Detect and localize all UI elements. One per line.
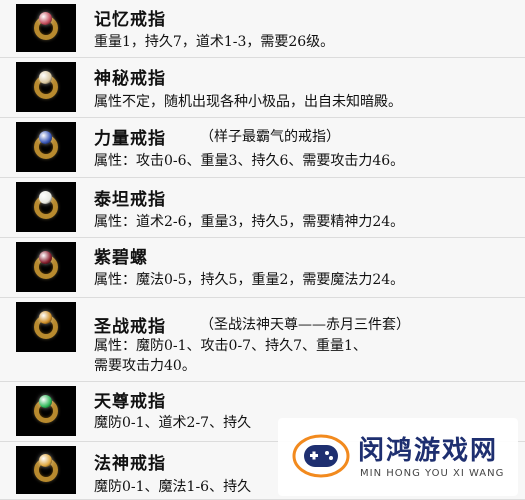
watermark-subtitle: MIN HONG YOU XI WANG <box>360 468 505 479</box>
ring-description: 重量1，持久7，道术1-3，需要26级。 <box>94 34 335 50</box>
site-watermark: 闵鸿游戏网 MIN HONG YOU XI WANG <box>278 418 518 496</box>
ring-row: 圣战戒指 （圣战法神天尊——赤月三件套） 属性：魔防0-1、攻击0-7、持久7、重量… <box>0 298 525 382</box>
ring-description: 属性：道术2-6，重量3，持久5，需要精神力24。 <box>94 214 405 230</box>
gem-icon <box>39 454 52 467</box>
gem-icon <box>39 191 52 204</box>
ring-image <box>16 242 76 292</box>
ring-row: 神秘戒指属性不定，随机出现各种小极品，出自未知暗殿。 <box>0 58 525 118</box>
ring-image <box>16 122 76 172</box>
gem-icon <box>39 71 52 84</box>
watermark-title: 闵鸿游戏网 <box>358 436 499 466</box>
ring-image <box>16 302 76 352</box>
gem-icon <box>39 311 52 324</box>
ring-description: 魔防0-1、道术2-7、持久 <box>94 415 252 431</box>
gem-icon <box>39 131 52 144</box>
ring-description: 需要攻击力40。 <box>94 358 196 374</box>
ring-description: 属性：魔防0-1、攻击0-7、持久7、重量1、 <box>94 338 367 354</box>
ring-name: 力量戒指 <box>94 129 166 149</box>
ring-row: 记忆戒指重量1，持久7，道术1-3，需要26级。 <box>0 0 525 58</box>
ring-description: 属性不定，随机出现各种小极品，出自未知暗殿。 <box>94 94 402 110</box>
ring-note: （圣战法神天尊——赤月三件套） <box>200 317 410 333</box>
ring-row: 紫碧螺属性：魔法0-5，持久5，重量2，需要魔法力24。 <box>0 238 525 298</box>
gem-icon <box>39 12 52 25</box>
ring-name: 天尊戒指 <box>94 392 166 412</box>
ring-image <box>16 446 76 494</box>
ring-row: 泰坦戒指属性：道术2-6，重量3，持久5，需要精神力24。 <box>0 178 525 238</box>
ring-name: 圣战戒指 <box>94 317 166 337</box>
gem-icon <box>39 395 52 408</box>
ring-description: 属性：魔法0-5，持久5，重量2，需要魔法力24。 <box>94 272 405 288</box>
ring-name: 记忆戒指 <box>94 10 166 30</box>
gamepad-logo-icon <box>292 434 350 478</box>
ring-name: 神秘戒指 <box>94 69 166 89</box>
gem-icon <box>39 251 52 264</box>
ring-image <box>16 182 76 232</box>
ring-image <box>16 386 76 436</box>
ring-image <box>16 62 76 112</box>
ring-image <box>16 4 76 52</box>
ring-name: 法神戒指 <box>94 454 166 474</box>
ring-name: 泰坦戒指 <box>94 190 166 210</box>
ring-row: 力量戒指 （样子最霸气的戒指） 属性：攻击0-6、重量3、持久6、需要攻击力46。 <box>0 118 525 178</box>
ring-name: 紫碧螺 <box>94 248 148 268</box>
ring-note: （样子最霸气的戒指） <box>200 129 340 145</box>
ring-description: 魔防0-1、魔法1-6、持久 <box>94 479 252 495</box>
ring-description: 属性：攻击0-6、重量3、持久6、需要攻击力46。 <box>94 153 405 169</box>
